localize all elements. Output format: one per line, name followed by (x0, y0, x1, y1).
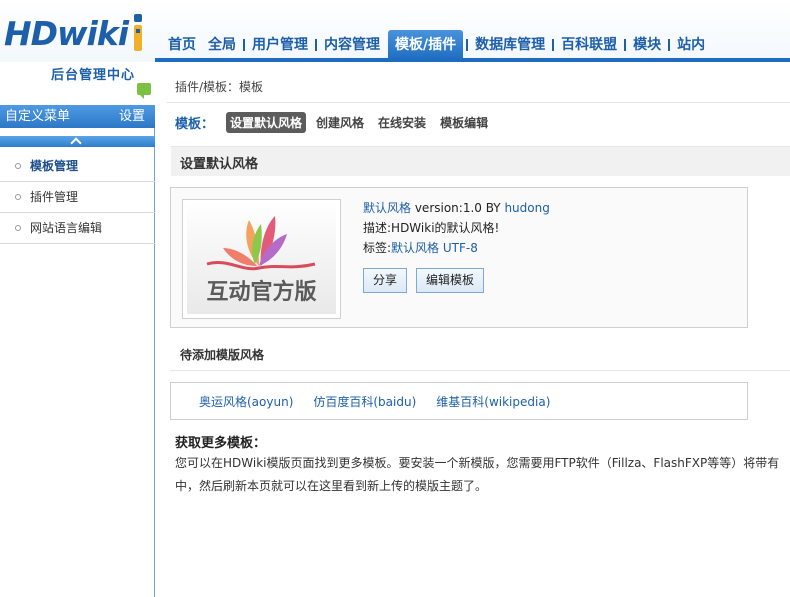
theme-author-link[interactable]: hudong (504, 201, 549, 215)
chevron-up-icon (70, 137, 82, 149)
nav-database[interactable]: 数据库管理 (469, 30, 551, 61)
sidebar-collapse-bar[interactable] (0, 136, 155, 149)
theme-description: 描述:HDWiki的默认风格! (363, 218, 550, 238)
bullet-icon (15, 163, 21, 169)
theme-tag-link[interactable]: UTF-8 (443, 241, 478, 255)
tab-set-default-style[interactable]: 设置默认风格 (226, 112, 307, 133)
breadcrumb: 插件/模板：模板 (175, 80, 264, 94)
sidebar: 自定义菜单 设置 模板管理 插件管理 网站语言编辑 (0, 105, 155, 597)
sidebar-item-template-manage[interactable]: 模板管理 (0, 151, 155, 182)
nav-global[interactable]: 全局 (202, 30, 242, 61)
template-tabs-label: 模板： (175, 117, 215, 132)
hdwiki-logo[interactable]: HDwiki (4, 14, 129, 53)
pending-theme-wikipedia[interactable]: 维基百科(wikipedia) (436, 393, 550, 410)
theme-info: 默认风格 version:1.0 BY hudong 描述:HDWiki的默认风… (363, 198, 550, 258)
custom-menu-label: 自定义菜单 (5, 109, 71, 124)
theme-version: version:1.0 BY (411, 201, 505, 215)
sidebar-item-plugin-manage[interactable]: 插件管理 (0, 182, 155, 213)
divider (170, 370, 790, 371)
more-templates-line: 中，然后刷新本页就可以在这里看到新上传的模版主题了。 (175, 479, 488, 493)
more-templates-title: 获取更多模板： (175, 436, 267, 451)
section-title: 设置默认风格 (180, 157, 259, 172)
theme-thumbnail[interactable]: 互动官方版 (182, 199, 341, 319)
current-theme-card: 互动官方版 默认风格 version:1.0 BY hudong 描述:HDWi… (170, 187, 748, 328)
nav-union[interactable]: 百科联盟 (555, 30, 623, 61)
theme-thumbnail-text: 互动官方版 (206, 280, 317, 305)
admin-center-subtitle: 后台管理中心 (51, 68, 136, 83)
nav-divider (624, 39, 627, 51)
theme-desc-text: HDWiki的默认风格! (391, 221, 500, 235)
template-tabs: 模板： 设置默认风格 创建风格 在线安装 模板编辑 (175, 112, 498, 133)
more-templates-text: 您可以在HDWiki模版页面找到更多模板。要安装一个新模版，您需要用FTP软件（… (175, 452, 787, 498)
nav-templates-plugins[interactable]: 模板/插件 (388, 30, 464, 61)
sidebar-item-label: 网站语言编辑 (30, 221, 103, 235)
theme-tags-label: 标签: (363, 241, 392, 255)
tab-create-style[interactable]: 创建风格 (312, 112, 368, 133)
main-content: 插件/模板：模板 模板： 设置默认风格 创建风格 在线安装 模板编辑 设置默认风… (156, 62, 790, 597)
nav-divider (466, 39, 469, 51)
nav-divider (552, 39, 555, 51)
custom-menu-bar: 自定义菜单 设置 (0, 105, 155, 128)
section-header: 设置默认风格 (171, 146, 790, 176)
header: HDwiki 首页 全局 用户管理 内容管理 模板/插件 数据库管理 百科联盟 … (0, 0, 790, 62)
theme-desc-label: 描述: (363, 221, 392, 235)
share-button[interactable]: 分享 (363, 268, 408, 293)
nav-site[interactable]: 站内 (671, 30, 711, 61)
sidebar-item-label: 插件管理 (30, 190, 79, 204)
more-templates-line: 您可以在HDWiki模版页面找到更多模板。要安装一个新模版，您需要用FTP软件（… (175, 456, 780, 470)
edit-template-button[interactable]: 编辑模板 (416, 268, 485, 293)
nav-divider (668, 39, 671, 51)
chat-icon[interactable] (137, 83, 151, 99)
divider (167, 102, 790, 103)
theme-tags: 标签:默认风格 UTF-8 (363, 238, 550, 258)
theme-tag-link[interactable]: 默认风格 (391, 241, 439, 255)
bullet-icon (15, 194, 21, 200)
top-navigation: 首页 全局 用户管理 内容管理 模板/插件 数据库管理 百科联盟 模块 站内 (162, 30, 711, 61)
theme-name-link[interactable]: 默认风格 (363, 201, 411, 215)
nav-divider (315, 39, 317, 51)
sidebar-item-language-edit[interactable]: 网站语言编辑 (0, 213, 155, 244)
pending-theme-aoyun[interactable]: 奥运风格(aoyun) (199, 393, 293, 410)
tab-online-install[interactable]: 在线安装 (374, 112, 430, 133)
pending-themes-list: 奥运风格(aoyun) 仿百度百科(baidu) 维基百科(wikipedia) (170, 382, 748, 420)
theme-actions: 分享 编辑模板 (363, 268, 493, 293)
pending-theme-baidu[interactable]: 仿百度百科(baidu) (313, 393, 416, 410)
pending-themes-title: 待添加模版风格 (180, 348, 265, 362)
nav-content[interactable]: 内容管理 (318, 30, 386, 61)
sidebar-item-label: 模板管理 (30, 159, 79, 173)
logo-mark-icon (134, 14, 142, 51)
nav-divider (243, 39, 245, 51)
nav-modules[interactable]: 模块 (627, 30, 667, 61)
nav-home[interactable]: 首页 (162, 30, 202, 61)
nav-users[interactable]: 用户管理 (246, 30, 314, 61)
bullet-icon (15, 225, 21, 231)
flower-logo-icon (206, 216, 316, 271)
tab-template-edit[interactable]: 模板编辑 (436, 112, 492, 133)
theme-title-line: 默认风格 version:1.0 BY hudong (363, 198, 550, 218)
custom-menu-settings-link[interactable]: 设置 (119, 105, 145, 128)
